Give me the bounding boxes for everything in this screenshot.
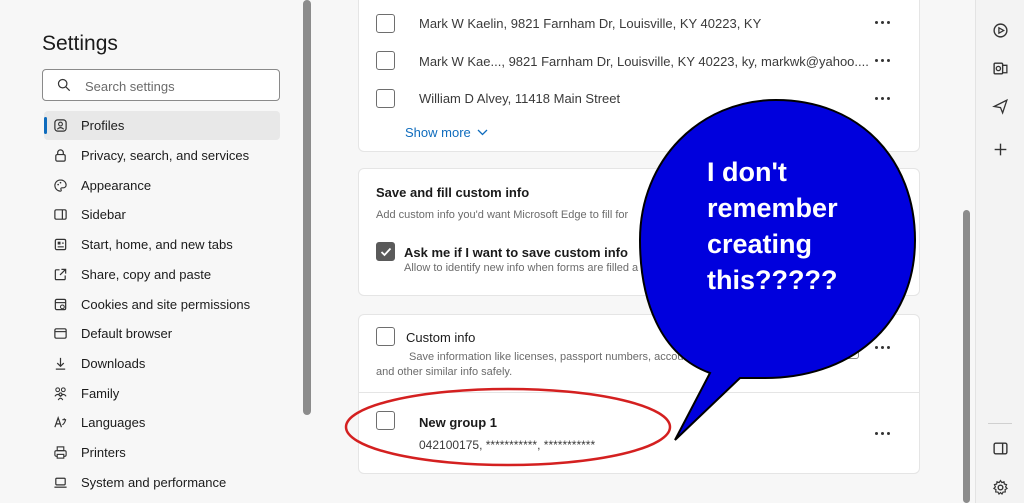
- address-checkbox[interactable]: [376, 89, 395, 108]
- address-row: William D Alvey, 11418 Main Street: [419, 91, 621, 106]
- nav-item-cookies[interactable]: Cookies and site permissions: [44, 290, 280, 319]
- nav-item-label: Start, home, and new tabs: [81, 237, 233, 252]
- checkmark-icon: [380, 247, 392, 257]
- nav-item-system[interactable]: System and performance: [44, 468, 280, 497]
- palette-icon: [52, 177, 69, 194]
- address-row: Mark W Kae..., 9821 Farnham Dr, Louisvil…: [419, 54, 869, 69]
- custom-info-description: Save information like licenses, passport…: [409, 351, 702, 363]
- ask-save-description: Allow to identify new info when forms ar…: [404, 262, 639, 274]
- nav-item-privacy[interactable]: Privacy, search, and services: [44, 141, 280, 170]
- nav-item-label: Family: [81, 386, 120, 401]
- address-checkbox[interactable]: [376, 51, 395, 70]
- settings-title: Settings: [42, 32, 118, 55]
- nav-item-label: Downloads: [81, 356, 146, 371]
- group-value: 042100175, ***********, ***********: [419, 438, 596, 452]
- nav-scrollbar[interactable]: [303, 0, 311, 415]
- search-icon: [57, 78, 71, 92]
- cookie-icon: [52, 296, 69, 313]
- custom-info-checkbox[interactable]: [376, 327, 395, 346]
- ask-save-label: Ask me if I want to save custom info: [404, 245, 628, 260]
- profile-icon: [52, 117, 69, 134]
- content-scrollbar[interactable]: [963, 210, 970, 503]
- nav-item-label: Default browser: [81, 326, 173, 341]
- family-icon: [52, 385, 69, 402]
- language-icon: [52, 414, 69, 431]
- nav-item-label: Cookies and site permissions: [81, 297, 251, 312]
- nav-item-label: Languages: [81, 415, 146, 430]
- more-options-icon[interactable]: [875, 94, 893, 102]
- nav-item-share[interactable]: Share, copy and paste: [44, 260, 280, 289]
- address-checkbox[interactable]: [376, 14, 395, 33]
- home-icon: [52, 236, 69, 253]
- nav-item-family[interactable]: Family: [44, 379, 280, 408]
- nav-item-label: Profiles: [81, 118, 125, 133]
- more-options-icon[interactable]: [875, 429, 893, 437]
- laptop-icon: [52, 474, 69, 491]
- nav-item-default-browser[interactable]: Default browser: [44, 319, 280, 348]
- save-custom-info-title: Save and fill custom info: [376, 185, 530, 200]
- nav-item-label: Printers: [81, 445, 126, 460]
- sidebar-toggle-icon[interactable]: [990, 438, 1010, 458]
- nav-item-languages[interactable]: Languages: [44, 408, 280, 437]
- add-field-box[interactable]: [843, 345, 859, 359]
- plus-icon[interactable]: [990, 139, 1010, 159]
- nav-item-profiles[interactable]: Profiles: [44, 111, 280, 140]
- share-icon: [52, 266, 69, 283]
- gear-icon[interactable]: [990, 477, 1010, 497]
- card-divider: [359, 392, 919, 393]
- nav-item-sidebar[interactable]: Sidebar: [44, 200, 280, 229]
- nav-item-downloads[interactable]: Downloads: [44, 349, 280, 378]
- nav-item-label: Sidebar: [81, 207, 126, 222]
- show-more-link[interactable]: Show more: [405, 125, 488, 140]
- chevron-down-icon: [477, 129, 488, 136]
- save-custom-info-description: Add custom info you'd want Microsoft Edg…: [376, 209, 629, 221]
- browser-icon: [52, 325, 69, 342]
- download-icon: [52, 355, 69, 372]
- more-options-icon[interactable]: [875, 56, 893, 64]
- lock-icon: [52, 147, 69, 164]
- nav-item-label: Privacy, search, and services: [81, 148, 250, 163]
- custom-info-title: Custom info: [406, 330, 476, 345]
- nav-item-start-home[interactable]: Start, home, and new tabs: [44, 230, 280, 259]
- custom-info-description-2: and other similar info safely.: [376, 366, 513, 378]
- ask-save-checkbox[interactable]: [376, 242, 395, 261]
- search-input[interactable]: [85, 76, 270, 96]
- nav-item-label: Appearance: [81, 178, 152, 193]
- copilot-icon[interactable]: [990, 20, 1010, 40]
- nav-item-appearance[interactable]: Appearance: [44, 171, 280, 200]
- send-icon[interactable]: [990, 96, 1010, 116]
- show-more-label: Show more: [405, 125, 471, 140]
- outlook-icon[interactable]: [990, 58, 1010, 78]
- more-options-icon[interactable]: [875, 343, 893, 351]
- nav-item-label: System and performance: [81, 475, 227, 490]
- settings-nav: Settings Profiles Privacy, search, and s…: [0, 0, 300, 503]
- group-title: New group 1: [419, 415, 498, 430]
- sidebar-divider: [988, 423, 1012, 424]
- sidebar-icon: [52, 206, 69, 223]
- printer-icon: [52, 444, 69, 461]
- nav-item-label: Share, copy and paste: [81, 267, 212, 282]
- group-checkbox[interactable]: [376, 411, 395, 430]
- search-box[interactable]: [42, 69, 280, 101]
- address-row: Mark W Kaelin, 9821 Farnham Dr, Louisvil…: [419, 16, 762, 31]
- more-options-icon[interactable]: [875, 18, 893, 26]
- nav-item-printers[interactable]: Printers: [44, 438, 280, 467]
- right-sidebar: [975, 0, 1024, 503]
